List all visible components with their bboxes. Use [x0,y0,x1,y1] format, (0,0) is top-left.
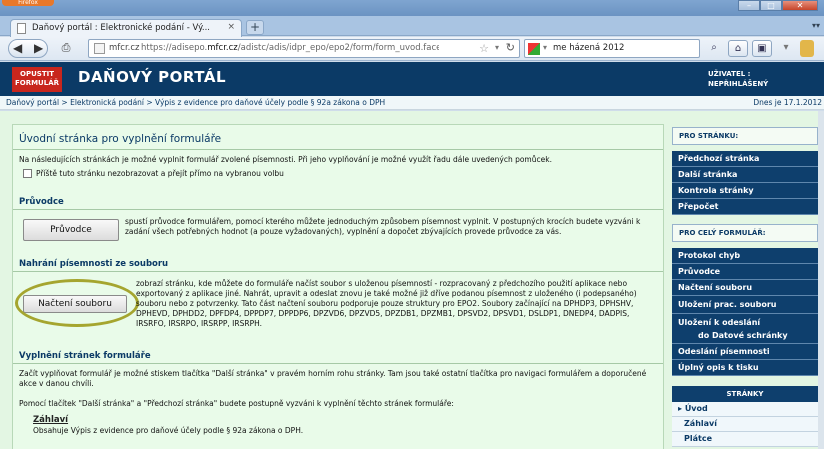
user-status: NEPŘIHLÁŠENÝ [708,80,769,88]
page-scrollbar[interactable] [818,111,824,449]
sidebar-item-wizard[interactable]: Průvodce [672,264,818,280]
sidebar-item-recalc[interactable]: Přepočet [672,199,818,215]
forward-arrow-icon[interactable]: ▶ [34,40,43,57]
section-title-fill: Vyplnění stránek formuláře [19,351,151,361]
back-arrow-icon[interactable]: ◀ [13,40,22,57]
section-title-upload: Nahrání písemnosti ze souboru [19,259,169,269]
sidebar-item-label: Uložení k odeslání [678,318,761,327]
firefox-menu-button[interactable]: Firefox [2,0,54,6]
search-engine-icon[interactable] [528,43,540,55]
bookmarks-icon[interactable]: ▣ [752,40,772,57]
sidebar-head-pages: STRÁNKY [672,386,818,402]
search-go-icon[interactable]: ⌕ [704,40,724,57]
browser-tab[interactable]: Daňový portál : Elektronické podání - Vý… [10,19,242,37]
breadcrumb-bar: Daňový portál > Elektronická podání > Vý… [0,96,824,110]
active-marker-icon: ▸ [678,404,683,413]
back-forward-group: ◀ ▶ [8,39,48,58]
page-title: Úvodní stránka pro vyplnění formuláře [19,133,222,145]
sidebar-item-load-file[interactable]: Načtení souboru [672,280,818,296]
intro-text: Na následujících stránkách je možné vypl… [19,155,552,164]
sidebar-item-save-for-databox[interactable]: Uložení k odeslání do Datové schránky [672,314,818,344]
sidebar-item-error-log[interactable]: Protokol chyb [672,248,818,264]
user-label: UŽIVATEL : [708,70,751,78]
reload-icon[interactable]: ↻ [506,41,515,54]
main-panel: Úvodní stránka pro vyplnění formuláře Na… [12,124,664,449]
portal-header: OPUSTIT FORMULÁŘ DAŇOVÝ PORTÁL UŽIVATEL … [0,62,824,96]
sidebar-page-platce[interactable]: Plátce [672,432,818,447]
pruvodce-description: spustí průvodce formulářem, pomocí které… [125,217,641,236]
site-identity-label: mfcr.cz [109,43,140,53]
search-bar[interactable]: ▾ me házená 2012 [524,39,700,58]
tab-bar: Daňový portál : Elektronické podání - Vý… [0,16,824,37]
sidebar-head-form: PRO CELÝ FORMULÁŘ: [672,224,818,242]
zahlavi-link[interactable]: Záhlaví [33,415,68,425]
sidebar-item-save-work[interactable]: Uložení prac. souboru [672,296,818,314]
url-dropdown-icon[interactable]: ▾ [495,43,499,52]
close-window-button[interactable]: ✕ [782,0,818,11]
portal-title: DAŇOVÝ PORTÁL [78,68,227,86]
sidebar-head-page: PRO STRÁNKU: [672,127,818,145]
skip-page-checkbox[interactable] [23,169,32,178]
navigation-bar: ◀ ▶ ⎙ mfcr.cz https://adisepo.mfcr.cz/ad… [0,37,824,61]
new-tab-button[interactable]: + [246,20,264,35]
breadcrumb[interactable]: Daňový portál > Elektronická podání > Vý… [6,98,385,107]
tab-title: Daňový portál : Elektronické podání - Vý… [32,23,210,33]
page-icon [17,23,26,34]
home-icon[interactable]: ⌂ [728,40,748,57]
pruvodce-button[interactable]: Průvodce [23,219,119,241]
maximize-button[interactable]: □ [760,0,782,11]
divider [13,271,663,272]
sidebar-page-uvod[interactable]: ▸ Úvod [672,402,818,417]
divider [13,209,663,210]
sidebar-item-next-page[interactable]: Další stránka [672,167,818,183]
sidebar-item-check-page[interactable]: Kontrola stránky [672,183,818,199]
fill-description: Začít vyplňovat formulář je možné stiske… [19,369,647,388]
site-identity-icon[interactable] [94,43,105,54]
bookmark-star-icon[interactable]: ☆ [479,42,489,55]
engine-dropdown-icon[interactable]: ▾ [543,43,547,52]
zahlavi-description: Obsahuje Výpis z evidence pro daňové úče… [33,426,304,435]
search-query[interactable]: me házená 2012 [553,43,624,53]
leave-form-button[interactable]: OPUSTIT FORMULÁŘ [12,67,62,92]
addon-icon[interactable] [800,40,814,57]
sidebar-item-submit[interactable]: Odeslání písemnosti [672,344,818,360]
tab-list-icon[interactable]: ▾▾ [812,21,820,30]
tab-close-icon[interactable]: × [227,22,235,32]
window-controls: – □ ✕ [738,0,818,11]
fill-navigation-text: Pomocí tlačítek "Další stránka" a "Předc… [19,399,454,408]
sidebar-page-zahlavi[interactable]: Záhlaví [672,417,818,432]
section-title-pruvodce: Průvodce [19,197,64,207]
checkbox-label: Příště tuto stránku nezobrazovat a přejí… [36,169,284,178]
upload-description: zobrazí stránku, kde můžete do formuláře… [136,279,637,328]
highlight-circle [15,279,139,327]
sidebar-item-label: do Datové schránky [698,331,788,340]
current-date: Dnes je 17.1.2012 [753,98,822,107]
browser-titlebar: Firefox – □ ✕ [0,0,824,16]
print-icon[interactable]: ⎙ [58,41,74,55]
toolbar-dropdown-icon[interactable]: ▾ [776,40,796,57]
minimize-button[interactable]: – [738,0,760,11]
address-bar[interactable]: mfcr.cz https://adisepo.mfcr.cz/adistc/a… [88,39,520,58]
divider [13,149,663,150]
sidebar-item-previous-page[interactable]: Předchozí stránka [672,151,818,167]
sidebar-item-print[interactable]: Úplný opis k tisku [672,360,818,376]
divider [13,363,663,364]
url-text[interactable]: https://adisepo.mfcr.cz/adistc/adis/idpr… [141,43,439,53]
